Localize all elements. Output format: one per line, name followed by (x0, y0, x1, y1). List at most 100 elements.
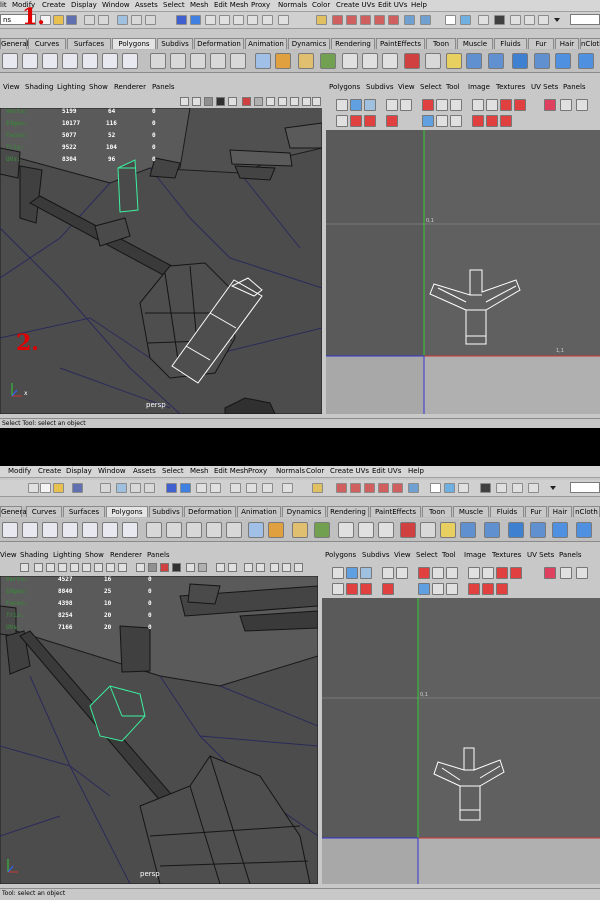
menu-item[interactable]: Create UVs (330, 467, 369, 475)
uv-convert-icon[interactable] (496, 583, 508, 595)
uv-menu-item[interactable]: View (394, 551, 411, 559)
planar-map-icon[interactable] (466, 53, 482, 69)
shelf-tab[interactable]: Deformation (194, 38, 244, 49)
uv-rotate-ccw-icon[interactable] (332, 583, 344, 595)
magnet-2-icon[interactable] (336, 483, 347, 493)
uv-menu-item[interactable]: Image (468, 83, 490, 91)
magnet-3-icon[interactable] (346, 15, 357, 25)
poly-cube-icon[interactable] (22, 522, 38, 538)
vp-menu-item[interactable]: Show (89, 83, 108, 91)
select-hierarchy-icon[interactable] (84, 15, 95, 25)
menu-item[interactable]: Color (312, 1, 330, 9)
uv-menu-item[interactable]: Image (464, 551, 486, 559)
menu-item[interactable]: Window (102, 1, 130, 9)
uv-convert-icon[interactable] (500, 115, 512, 127)
uv-menu-item[interactable]: Select (420, 83, 442, 91)
uv-select-shell-icon[interactable] (468, 583, 480, 595)
combine-icon[interactable] (150, 53, 166, 69)
magnet-5-icon[interactable] (378, 483, 389, 493)
uv-select-icon[interactable] (346, 567, 358, 579)
menu-item[interactable]: Create (42, 1, 65, 9)
mirror-icon[interactable] (248, 522, 264, 538)
isolate-icon[interactable] (278, 97, 287, 106)
vp-menu-item[interactable]: Renderer (110, 551, 142, 559)
extract-icon[interactable] (190, 53, 206, 69)
uv-layout-icon[interactable] (422, 115, 434, 127)
gate-mask-icon[interactable] (82, 563, 91, 572)
input-ops-icon[interactable] (408, 483, 419, 493)
uv-select-border-icon[interactable] (486, 115, 498, 127)
uv-lattice-icon[interactable] (360, 567, 372, 579)
uv-shell-icon[interactable] (450, 115, 462, 127)
camera-icon[interactable] (180, 97, 189, 106)
uv-unfold-icon[interactable] (500, 99, 512, 111)
uv-relax-icon[interactable] (514, 99, 526, 111)
menu-item[interactable]: Display (66, 467, 92, 475)
uv-editor-icon[interactable] (440, 522, 456, 538)
vp-menu-item[interactable]: Panels (147, 551, 170, 559)
planar-map-icon[interactable] (460, 522, 476, 538)
unfold-icon[interactable] (552, 522, 568, 538)
select-vertex-icon[interactable] (131, 15, 142, 25)
shelf-tab[interactable]: General (0, 506, 29, 517)
poly-sphere-icon[interactable] (2, 53, 18, 69)
sidebar-toggle-icon[interactable] (496, 483, 507, 493)
shelf-tab-active[interactable]: Polygons (106, 506, 148, 517)
menu-item[interactable]: Create UVs (336, 1, 375, 9)
bridge-icon[interactable] (320, 53, 336, 69)
shelf-tab[interactable]: Animation (237, 506, 281, 517)
xray-icon[interactable] (216, 563, 225, 572)
poly-cylinder-icon[interactable] (42, 522, 58, 538)
shelf-tab[interactable]: Fur (528, 38, 554, 49)
uv-menu-item[interactable]: Panels (563, 83, 586, 91)
shelf-tab[interactable]: Rendering (327, 506, 369, 517)
menu-item[interactable]: Normals (278, 1, 307, 9)
uv-flip-u-icon[interactable] (382, 567, 394, 579)
poly-prism-icon[interactable] (122, 53, 138, 69)
chevron-down-icon[interactable] (550, 486, 556, 490)
shelf-tab[interactable]: Hair (555, 38, 579, 49)
save-scene-icon[interactable] (72, 483, 83, 493)
snap-plane-icon[interactable] (246, 483, 257, 493)
select-face-icon[interactable] (176, 15, 187, 25)
image-plane-icon[interactable] (46, 563, 55, 572)
uv-dim-icon[interactable] (560, 99, 572, 111)
render-settings-icon[interactable] (458, 483, 469, 493)
uv-cut-icon[interactable] (472, 99, 484, 111)
shelf-tab[interactable]: Hair (548, 506, 572, 517)
uv-menu-item[interactable]: View (398, 83, 415, 91)
select-edge-icon[interactable] (145, 15, 156, 25)
uv-snap-icon[interactable] (446, 567, 458, 579)
auto-map-icon[interactable] (534, 53, 550, 69)
dropdown-arrow-icon[interactable] (28, 483, 39, 493)
uv-menu-item[interactable]: Textures (492, 551, 521, 559)
uv-menu-item[interactable]: Subdivs (366, 83, 394, 91)
uv-straighten-icon[interactable] (364, 115, 376, 127)
shelf-tab[interactable]: Dynamics (282, 506, 326, 517)
render-ipr-icon[interactable] (444, 483, 455, 493)
uv-cut-icon[interactable] (468, 567, 480, 579)
menu-item[interactable]: Select (163, 1, 185, 9)
uv-sew-icon[interactable] (486, 99, 498, 111)
shelf-tab[interactable]: Animation (245, 38, 287, 49)
vp-menu-item[interactable]: Shading (20, 551, 48, 559)
camera-icon[interactable] (20, 563, 29, 572)
command-input[interactable] (570, 14, 600, 25)
uv-filter-icon[interactable] (576, 567, 588, 579)
snap-grid-icon[interactable] (205, 15, 216, 25)
perspective-viewport[interactable]: Verts: 4527 16 0 Edges: 8840 25 0 Faces: 4398 10… (0, 576, 318, 884)
channel-box-icon[interactable] (538, 15, 549, 25)
shelf-tab[interactable]: Dynamics (288, 38, 330, 49)
uv-select-shell-icon[interactable] (472, 115, 484, 127)
vp-menu-item[interactable]: Renderer (114, 83, 146, 91)
unfold-icon[interactable] (555, 53, 571, 69)
shelf-tab[interactable]: Fur (525, 506, 547, 517)
uv-dim-icon[interactable] (560, 567, 572, 579)
uv-lattice-icon[interactable] (364, 99, 376, 111)
menu-item[interactable]: Edit Mesh (214, 1, 248, 9)
uv-image-icon[interactable] (544, 99, 556, 111)
channel-box-icon[interactable] (528, 483, 539, 493)
save-scene-icon[interactable] (66, 15, 77, 25)
magnet-4-icon[interactable] (364, 483, 375, 493)
collapse-icon[interactable] (425, 53, 441, 69)
